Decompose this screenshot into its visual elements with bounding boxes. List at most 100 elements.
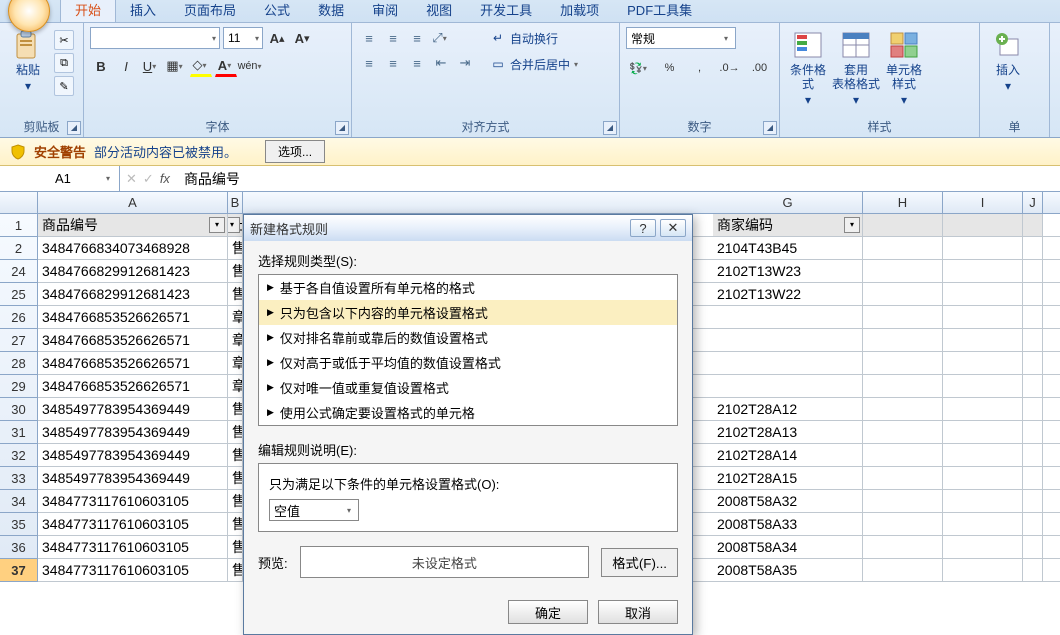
row-header[interactable]: 25 — [0, 283, 38, 306]
cell[interactable]: 2102T28A13 — [713, 421, 863, 443]
cell[interactable] — [943, 329, 1023, 351]
font-dialog-launcher[interactable]: ◢ — [335, 121, 349, 135]
cell[interactable] — [863, 536, 943, 558]
cell[interactable] — [943, 214, 1023, 236]
row-header[interactable]: 35 — [0, 513, 38, 536]
cell[interactable] — [943, 352, 1023, 374]
ribbon-tab-7[interactable]: 开发工具 — [466, 0, 546, 22]
cell[interactable] — [863, 559, 943, 581]
percent-button[interactable]: % — [656, 57, 683, 79]
cell[interactable]: 售 — [228, 237, 243, 259]
filter-dropdown[interactable]: ▾ — [228, 217, 240, 233]
col-header-G[interactable]: G — [713, 192, 863, 213]
align-top-button[interactable]: ≡ — [358, 27, 380, 49]
col-header-H[interactable]: H — [863, 192, 943, 213]
cell[interactable]: 2008T58A32 — [713, 490, 863, 512]
rule-type-item[interactable]: 仅对高于或低于平均值的数值设置格式 — [259, 350, 677, 375]
cell[interactable]: 2102T13W23 — [713, 260, 863, 282]
row-header[interactable]: 30 — [0, 398, 38, 421]
cell[interactable]: 售 — [228, 513, 243, 535]
rule-type-item[interactable]: 只为包含以下内容的单元格设置格式 — [259, 300, 677, 325]
cell[interactable]: 章 — [228, 375, 243, 397]
cell[interactable]: 2102T28A14 — [713, 444, 863, 466]
accounting-format-button[interactable]: 💱▾ — [626, 57, 653, 79]
cell[interactable]: 售 — [228, 283, 243, 305]
row-header[interactable]: 37 — [0, 559, 38, 582]
col-header-I[interactable]: I — [943, 192, 1023, 213]
cell[interactable]: 售 — [228, 536, 243, 558]
ribbon-tab-4[interactable]: 数据 — [304, 0, 358, 22]
cell[interactable] — [863, 283, 943, 305]
align-right-button[interactable]: ≡ — [406, 52, 428, 74]
cell[interactable] — [1023, 306, 1043, 328]
cell[interactable] — [1023, 444, 1043, 466]
cell[interactable] — [863, 237, 943, 259]
font-name-combo[interactable]: ▾ — [90, 27, 220, 49]
cell[interactable]: 售 — [228, 467, 243, 489]
font-size-combo[interactable]: 11▾ — [223, 27, 263, 49]
align-bottom-button[interactable]: ≡ — [406, 27, 428, 49]
cell[interactable]: 3484773117610603105 — [38, 536, 228, 558]
cell[interactable] — [943, 237, 1023, 259]
cell[interactable] — [943, 283, 1023, 305]
rule-type-item[interactable]: 基于各自值设置所有单元格的格式 — [259, 275, 677, 300]
cut-button[interactable]: ✂ — [54, 30, 74, 50]
format-as-table-button[interactable]: 套用 表格格式▾ — [834, 27, 878, 116]
wrap-text-button[interactable]: ↵自动换行 — [486, 27, 585, 49]
cell[interactable]: 章 — [228, 329, 243, 351]
cell[interactable]: 3484766829912681423 — [38, 260, 228, 282]
cell[interactable]: 售 — [228, 421, 243, 443]
cell[interactable]: 售 — [228, 444, 243, 466]
cell[interactable] — [863, 398, 943, 420]
cell[interactable] — [1023, 536, 1043, 558]
cell[interactable] — [1023, 352, 1043, 374]
cell[interactable]: 3484766853526626571 — [38, 306, 228, 328]
copy-button[interactable]: ⧉ — [54, 53, 74, 73]
cell[interactable] — [863, 329, 943, 351]
cell[interactable]: 2102T28A12 — [713, 398, 863, 420]
conditional-format-button[interactable]: 条件格式▾ — [786, 27, 830, 116]
ribbon-tab-6[interactable]: 视图 — [412, 0, 466, 22]
shrink-font-button[interactable]: A▾ — [291, 27, 313, 49]
row-header[interactable]: 36 — [0, 536, 38, 559]
row-header[interactable]: 24 — [0, 260, 38, 283]
ribbon-tab-2[interactable]: 页面布局 — [170, 0, 250, 22]
cell[interactable]: 3485497783954369449 — [38, 467, 228, 489]
cell[interactable] — [943, 375, 1023, 397]
paste-button[interactable]: 粘贴 ▾ — [6, 27, 50, 116]
cell[interactable]: 售 — [228, 559, 243, 581]
row-header[interactable]: 1 — [0, 214, 38, 237]
row-header[interactable]: 2 — [0, 237, 38, 260]
rule-type-item[interactable]: 仅对唯一值或重复值设置格式 — [259, 375, 677, 400]
name-box[interactable]: A1▾ — [0, 166, 120, 191]
select-all-corner[interactable] — [0, 192, 38, 213]
cell[interactable] — [943, 398, 1023, 420]
cell[interactable]: 章 — [228, 352, 243, 374]
italic-button[interactable]: I — [115, 55, 137, 77]
increase-indent-button[interactable]: ⇥ — [454, 52, 476, 74]
formula-input[interactable]: 商品编号 — [176, 166, 1060, 191]
cell[interactable]: 3484766853526626571 — [38, 329, 228, 351]
ribbon-tab-5[interactable]: 审阅 — [358, 0, 412, 22]
cell[interactable]: 3484766829912681423 — [38, 283, 228, 305]
cell[interactable] — [1023, 260, 1043, 282]
number-dialog-launcher[interactable]: ◢ — [763, 121, 777, 135]
cell[interactable] — [863, 214, 943, 236]
cell[interactable]: 3484773117610603105 — [38, 490, 228, 512]
number-format-combo[interactable]: 常规▾ — [626, 27, 736, 49]
row-header[interactable]: 33 — [0, 467, 38, 490]
cell[interactable]: 2008T58A33 — [713, 513, 863, 535]
rule-type-item[interactable]: 使用公式确定要设置格式的单元格 — [259, 400, 677, 425]
cell[interactable]: 商家编码▾ — [713, 214, 863, 236]
cell[interactable]: 售 — [228, 490, 243, 512]
cell[interactable] — [943, 260, 1023, 282]
format-button[interactable]: 格式(F)... — [601, 548, 678, 577]
merge-center-button[interactable]: ▭合并后居中▾ — [486, 53, 585, 75]
decrease-decimal-button[interactable]: .00 — [746, 57, 773, 79]
enter-formula-icon[interactable]: ✓ — [143, 171, 154, 187]
cell[interactable] — [863, 306, 943, 328]
cell[interactable]: 售 — [228, 260, 243, 282]
cell-styles-button[interactable]: 单元格 样式▾ — [882, 27, 926, 116]
clipboard-dialog-launcher[interactable]: ◢ — [67, 121, 81, 135]
cell[interactable]: 3484766834073468928 — [38, 237, 228, 259]
